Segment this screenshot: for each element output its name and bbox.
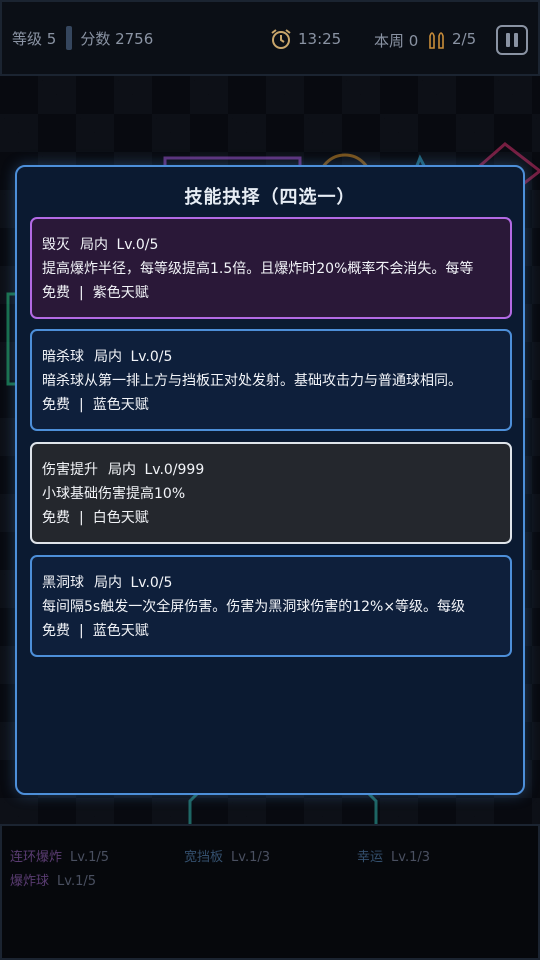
hud-divider: [66, 26, 73, 50]
skill-cost: 免费: [42, 285, 70, 301]
skill-level: Lv.0/5: [130, 575, 173, 591]
skill-header: 黑洞球 局内 Lv.0/5: [42, 571, 510, 595]
skill-rarity: 白色天赋: [92, 510, 149, 526]
skill-card-black-hole-ball[interactable]: 黑洞球 局内 Lv.0/5 每间隔5s触发一次全屏伤害。伤害为黑洞球伤害的12%×…: [30, 555, 512, 657]
skill-cost: 免费: [42, 510, 70, 526]
skill-description: 暗杀球从第一排上方与挡板正对处发射。基础攻击力与普通球相同。: [42, 373, 462, 389]
talent-level: Lv.1/3: [231, 850, 270, 865]
skill-name: 伤害提升: [42, 462, 98, 478]
skill-footer: 免费 | 蓝色天赋: [42, 623, 149, 639]
skill-description: 小球基础伤害提高10%: [42, 486, 186, 502]
skill-description: 每间隔5s触发一次全屏伤害。伤害为黑洞球伤害的12%×等级。每级: [42, 599, 466, 615]
talent-name: 幸运: [357, 850, 384, 865]
owned-talents-panel: 连环爆炸 Lv.1/5 宽挡板 Lv.1/3 幸运 Lv.1/3 爆炸球 Lv.1/5: [0, 824, 540, 960]
round-label: 本周 0: [374, 32, 419, 50]
talent-level: Lv.1/3: [391, 850, 430, 865]
pause-icon: [506, 33, 510, 47]
skill-level: Lv.0/999: [144, 462, 205, 478]
skill-footer: 免费 | 紫色天赋: [42, 285, 149, 301]
timer: 13:25: [270, 28, 341, 50]
skill-scope: 局内: [94, 575, 122, 591]
skill-card-damage-up[interactable]: 伤害提升 局内 Lv.0/999 小球基础伤害提高10% 免费 | 白色天赋: [30, 442, 512, 544]
top-hud: 等级 5 分数 2756 13:25 本周 0 2/5: [0, 0, 540, 76]
talent-item: 宽挡板 Lv.1/3: [184, 846, 270, 865]
pause-button[interactable]: [496, 25, 528, 55]
skill-scope: 局内: [80, 237, 108, 253]
skill-choice-modal: 技能抉择（四选一） 毁灭 局内 Lv.0/5 提高爆炸半径，每等级提高1.5倍。且…: [15, 165, 525, 795]
talent-name: 宽挡板: [184, 850, 224, 865]
timer-text: 13:25: [298, 30, 342, 48]
talent-name: 连环爆炸: [10, 850, 63, 865]
skill-rarity: 紫色天赋: [92, 285, 149, 301]
skill-footer: 免费 | 蓝色天赋: [42, 397, 149, 413]
skill-scope: 局内: [94, 349, 122, 365]
skill-name: 黑洞球: [42, 575, 84, 591]
skill-header: 毁灭 局内 Lv.0/5: [42, 233, 510, 257]
skill-scope: 局内: [108, 462, 136, 478]
skill-cost: 免费: [42, 397, 70, 413]
skill-description: 提高爆炸半径，每等级提高1.5倍。且爆炸时20%概率不会消失。每等: [42, 261, 474, 277]
skill-rarity: 蓝色天赋: [92, 397, 149, 413]
skill-cost: 免费: [42, 623, 70, 639]
skill-footer: 免费 | 白色天赋: [42, 510, 149, 526]
talent-item: 爆炸球 Lv.1/5: [10, 870, 96, 889]
ammo-counter: 2/5: [428, 28, 476, 50]
skill-header: 暗杀球 局内 Lv.0/5: [42, 345, 510, 369]
talent-level: Lv.1/5: [57, 874, 96, 889]
skill-name: 毁灭: [42, 237, 70, 253]
talent-item: 连环爆炸 Lv.1/5: [10, 846, 109, 865]
talent-item: 幸运 Lv.1/3: [357, 846, 430, 865]
skill-rarity: 蓝色天赋: [92, 623, 149, 639]
bullets-icon: [429, 32, 444, 49]
ammo-text: 2/5: [452, 30, 477, 48]
alarm-clock-icon: [271, 29, 291, 49]
score-label: 分数 2756: [80, 29, 154, 48]
talent-level: Lv.1/5: [70, 850, 109, 865]
skill-level: Lv.0/5: [130, 349, 173, 365]
level-label: 等级 5: [12, 29, 57, 48]
skill-card-destruction[interactable]: 毁灭 局内 Lv.0/5 提高爆炸半径，每等级提高1.5倍。且爆炸时20%概率不会…: [30, 217, 512, 319]
modal-title: 技能抉择（四选一）: [184, 187, 356, 208]
skill-level: Lv.0/5: [116, 237, 159, 253]
skill-header: 伤害提升 局内 Lv.0/999: [42, 458, 510, 482]
talent-name: 爆炸球: [10, 874, 50, 889]
skill-card-assassin-ball[interactable]: 暗杀球 局内 Lv.0/5 暗杀球从第一排上方与挡板正对处发射。基础攻击力与普通球…: [30, 329, 512, 431]
skill-name: 暗杀球: [42, 349, 84, 365]
